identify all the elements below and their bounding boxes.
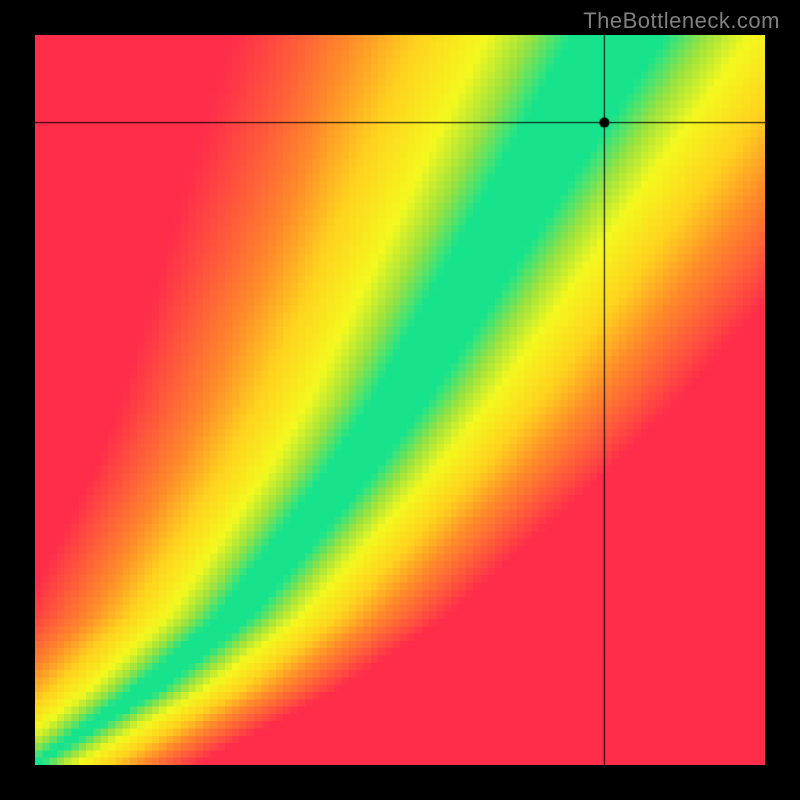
chart-frame: TheBottleneck.com xyxy=(0,0,800,800)
bottleneck-heatmap xyxy=(35,35,765,765)
watermark-text: TheBottleneck.com xyxy=(583,8,780,34)
